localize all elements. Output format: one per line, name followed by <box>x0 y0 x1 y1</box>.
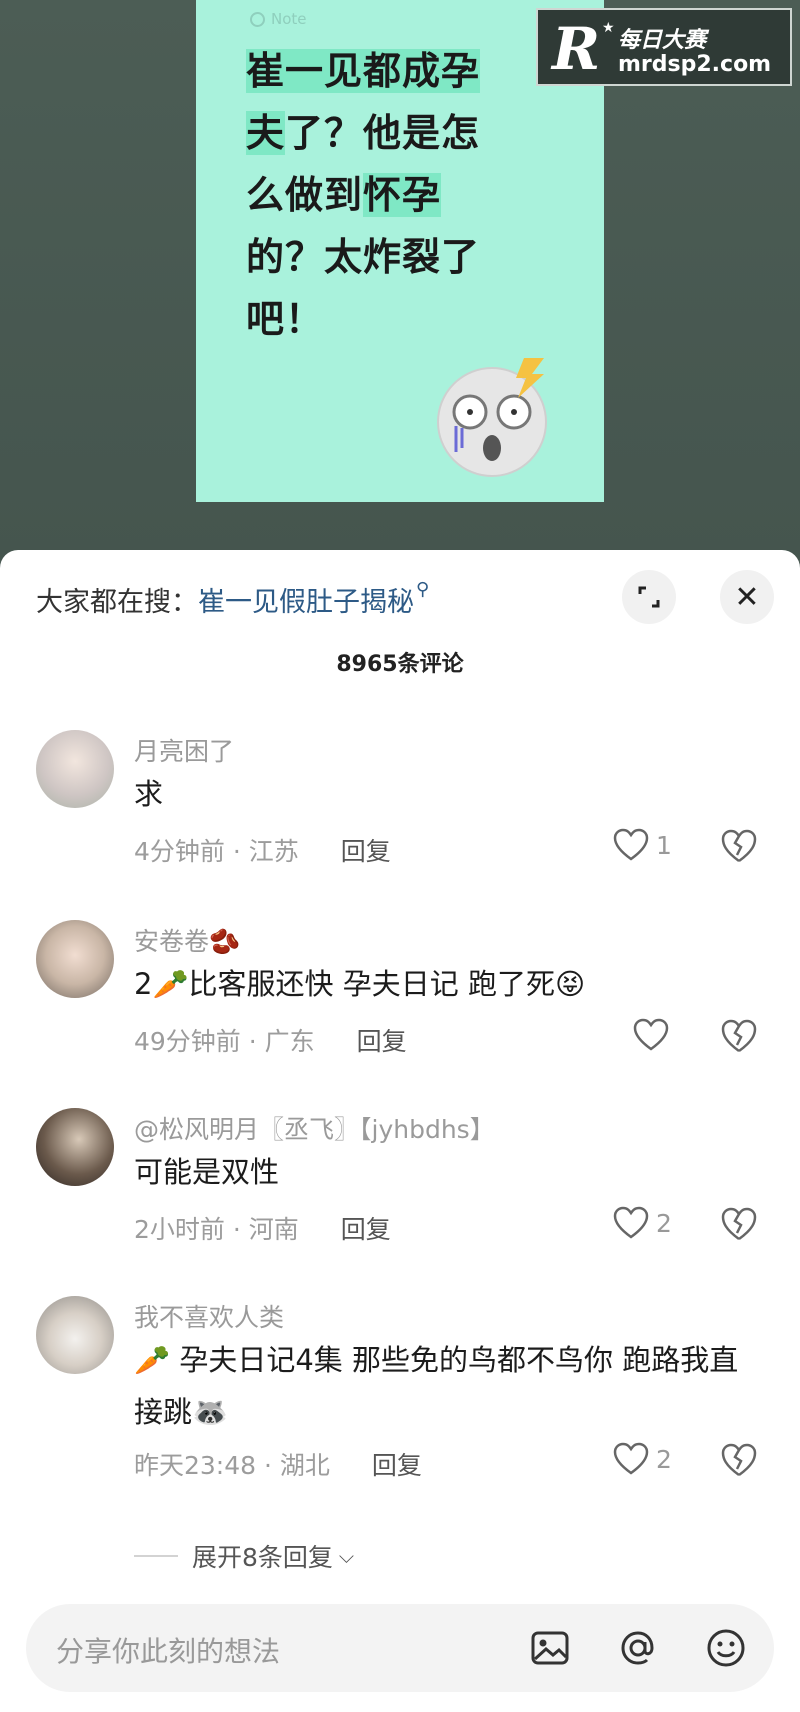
comment-count: 8965条评论 <box>336 652 464 677</box>
dislike-icon[interactable] <box>720 828 758 864</box>
comment-sheet: 大家都在搜： 崔一见假肚子揭秘 ⚲ ✕ 8965条评论 月亮困了 求 4分钟前 … <box>0 550 800 1712</box>
comment-meta: 2小时前 · 河南 回复 <box>134 1210 391 1246</box>
like-count: 2 <box>656 1208 672 1238</box>
watermark: R ★ 每日大赛 mrdsp2.com <box>536 8 792 86</box>
expand-replies-label: 展开8条回复 <box>192 1543 333 1572</box>
comment-time-location: 49分钟前 · 广东 <box>134 1027 315 1056</box>
like-button[interactable]: 2 <box>612 1206 672 1240</box>
note-label-text: Note <box>271 10 307 28</box>
headline-part: 的？太炸裂了 <box>246 235 481 279</box>
star-icon: ★ <box>602 20 615 36</box>
comment-time-location: 昨天23:48 · 湖北 <box>134 1451 330 1480</box>
chevron-down-icon: ⌵ <box>338 1544 355 1568</box>
heart-icon <box>613 828 649 861</box>
comment-time-location: 4分钟前 · 江苏 <box>134 837 299 866</box>
comment-username[interactable]: 我不喜欢人类 <box>134 1298 284 1334</box>
shocked-face-icon <box>437 358 547 477</box>
note-circle-icon <box>250 11 265 27</box>
avatar[interactable] <box>36 920 114 998</box>
reply-button[interactable]: 回复 <box>357 1027 407 1056</box>
comment-meta: 4分钟前 · 江苏 回复 <box>134 832 391 868</box>
note-headline: 崔一见都成孕 夫了？他是怎 么做到怀孕 的？太炸裂了 吧！ <box>246 40 546 350</box>
comment-time-location: 2小时前 · 河南 <box>134 1215 299 1244</box>
comment-input[interactable]: 分享你此刻的想法 <box>26 1604 774 1692</box>
search-icon: ⚲ <box>416 579 430 600</box>
avatar[interactable] <box>36 730 114 808</box>
like-button[interactable]: 1 <box>612 828 672 862</box>
headline-part: 了？他是怎 <box>285 111 481 155</box>
close-icon: ✕ <box>734 579 760 615</box>
headline-part: 么做到 <box>246 173 364 217</box>
like-button[interactable] <box>632 1018 670 1052</box>
like-count: 1 <box>656 830 672 860</box>
like-button[interactable]: 2 <box>612 1442 672 1476</box>
reply-button[interactable]: 回复 <box>341 1215 391 1244</box>
like-count: 2 <box>656 1444 672 1474</box>
headline-part: 崔一见都成孕 <box>246 49 481 93</box>
search-term-link[interactable]: 崔一见假肚子揭秘 <box>198 580 414 619</box>
comment-meta: 49分钟前 · 广东 回复 <box>134 1022 407 1058</box>
comment-username[interactable]: 月亮困了 <box>134 732 234 768</box>
divider-line <box>134 1555 178 1557</box>
search-prefix: 大家都在搜： <box>36 587 198 618</box>
reply-button[interactable]: 回复 <box>341 837 391 866</box>
reply-button[interactable]: 回复 <box>372 1451 422 1480</box>
watermark-title: 每日大赛 <box>618 28 707 53</box>
comment-meta: 昨天23:48 · 湖北 回复 <box>134 1446 422 1482</box>
heart-icon <box>613 1442 649 1475</box>
comment-text: 🥕 孕夫日记4集 那些免的鸟都不鸟你 跑路我直接跳🦝 <box>134 1343 739 1429</box>
comment-input-placeholder: 分享你此刻的想法 <box>56 1635 281 1668</box>
emoji-icon[interactable] <box>704 1626 748 1670</box>
fullscreen-button[interactable] <box>622 570 676 624</box>
note-label: Note <box>250 10 307 28</box>
dislike-icon[interactable] <box>720 1018 758 1054</box>
mention-icon[interactable] <box>616 1626 660 1670</box>
headline-part: 吧！ <box>246 297 325 341</box>
heart-icon <box>633 1018 669 1051</box>
comment-username[interactable]: 安卷卷🫘 <box>134 922 240 958</box>
heart-icon <box>613 1206 649 1239</box>
watermark-url: mrdsp2.com <box>618 52 772 77</box>
headline-part: 夫 <box>246 111 286 155</box>
close-button[interactable]: ✕ <box>720 570 774 624</box>
headline-part: 怀孕 <box>363 173 442 217</box>
trending-search[interactable]: 大家都在搜： 崔一见假肚子揭秘 ⚲ <box>36 579 430 619</box>
avatar[interactable] <box>36 1296 114 1374</box>
watermark-logo: R <box>552 15 601 83</box>
image-icon[interactable] <box>528 1626 572 1670</box>
comment-text: 可能是双性 <box>134 1155 280 1189</box>
dislike-icon[interactable] <box>720 1442 758 1478</box>
comment-username[interactable]: @松风明月〖丞飞〗【jyhbdhs】 <box>134 1110 495 1146</box>
comment-text: 求 <box>134 777 164 811</box>
avatar[interactable] <box>36 1108 114 1186</box>
comment-text: 2🥕比客服还快 孕夫日记 跑了死😝 <box>134 967 586 1001</box>
dislike-icon[interactable] <box>720 1206 758 1242</box>
expand-replies-button[interactable]: 展开8条回复 ⌵ <box>134 1538 354 1574</box>
expand-icon <box>638 586 660 608</box>
